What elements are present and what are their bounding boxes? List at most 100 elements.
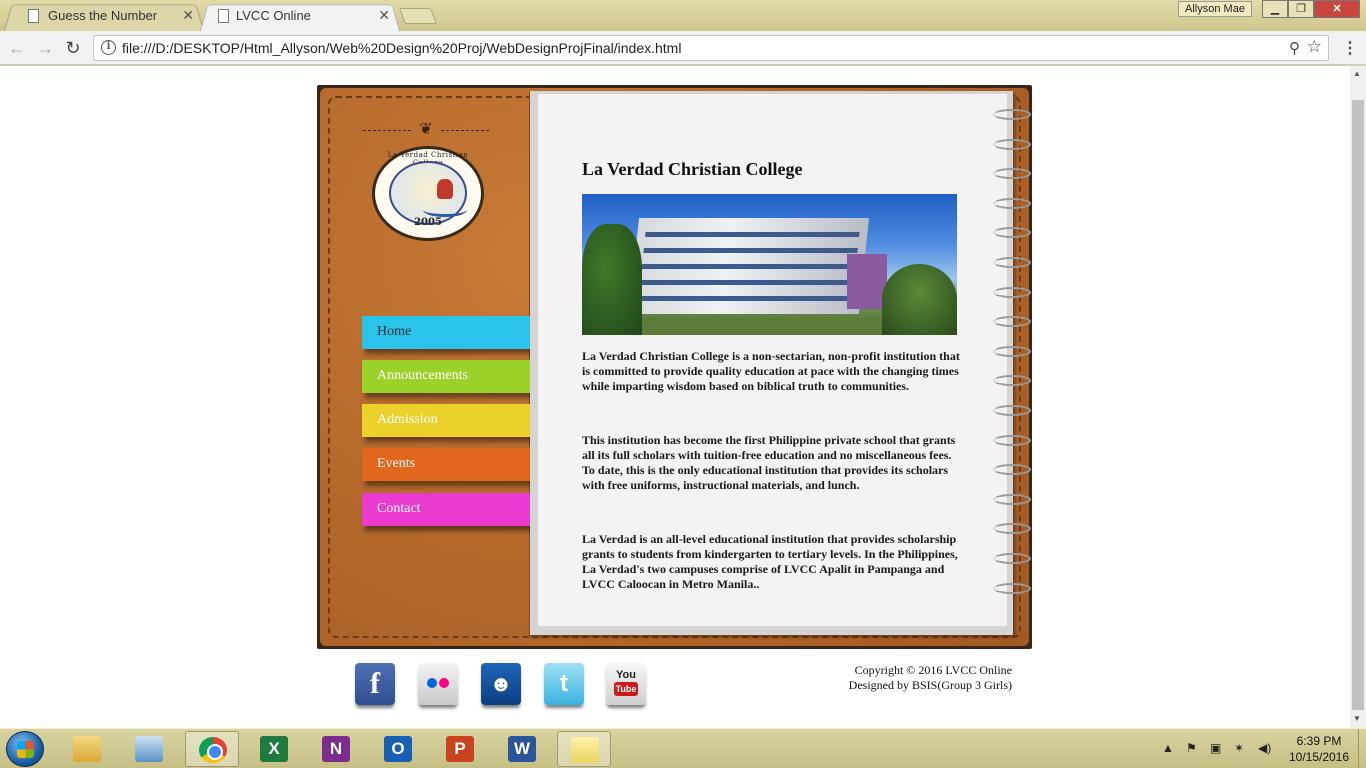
vertical-scrollbar[interactable]: ▲ ▼ [1350,66,1366,728]
cube-icon [135,736,163,762]
network-icon[interactable]: ✶ [1234,741,1244,755]
device-icon[interactable]: ▣ [1210,741,1221,755]
taskbar-virtualbox[interactable] [122,731,176,767]
seal-emblem [389,161,467,225]
tab-title: Guess the Number [48,8,158,23]
taskbar-excel[interactable]: X [247,731,301,767]
content-paragraph: La Verdad is an all-level educational in… [582,532,958,591]
tab-lvcc-online[interactable]: LVCC Online ✕ [200,2,400,32]
tab-strip: Guess the Number ✕ LVCC Online ✕ Allyson… [0,0,1366,32]
powerpoint-icon: P [446,736,474,762]
maximize-button[interactable]: ❐ [1288,0,1314,18]
nav-admission[interactable]: Admission [362,404,535,437]
taskbar-outlook[interactable]: O [371,731,425,767]
address-bar[interactable]: i file:///D:/DESKTOP/Html_Allyson/Web%20… [93,35,1329,61]
bookmark-star-icon[interactable]: ☆ [1307,37,1322,57]
forward-arrow-icon[interactable]: → [34,37,56,59]
tree-right [882,264,957,335]
page-icon [28,9,39,23]
taskbar-chrome[interactable] [185,731,239,767]
lamp-icon [437,179,453,199]
spiral-coil [993,227,1031,239]
spiral-coil [993,138,1031,150]
myspace-icon[interactable]: ☻ [481,663,521,705]
info-icon[interactable]: i [101,40,116,55]
spiral-coil [993,553,1031,564]
youtube-icon[interactable]: You Tube [606,663,646,705]
profile-button[interactable]: Allyson Mae [1178,1,1252,17]
spiral-coil [993,434,1031,446]
college-seal-logo[interactable]: La Verdad Christian College 2005 [372,146,484,241]
taskbar-powerpoint[interactable]: P [433,731,487,767]
page-icon [218,9,229,23]
sticky-notes-icon [571,737,599,763]
close-tab-icon[interactable]: ✕ [182,2,194,29]
nav-contact[interactable]: Contact [362,493,533,526]
taskbar-sticky-notes[interactable] [557,731,611,767]
nav-home[interactable]: Home [362,316,538,349]
open-book-icon [423,203,467,217]
taskbar-file-explorer[interactable] [60,731,114,767]
close-window-button[interactable]: ✕ [1314,0,1360,18]
spiral-coil [993,109,1031,120]
designed-by-text: Designed by BSIS(Group 3 Girls) [848,678,1012,692]
spiral-coil [993,316,1031,328]
spiral-coil [993,493,1031,505]
clock-date: 10/15/2016 [1288,750,1350,764]
back-arrow-icon[interactable]: ← [6,37,28,59]
nav-announcements[interactable]: Announcements [362,360,537,393]
fleuron-icon: ❦ [419,119,433,138]
clock-time: 6:39 PM [1296,734,1342,748]
flickr-icon[interactable] [418,663,458,705]
page-viewport: ❦ La Verdad Christian College 2005 Home … [0,66,1350,728]
scroll-down-icon[interactable]: ▼ [1353,714,1361,723]
youtube-tube-text: Tube [614,682,638,696]
tree-left [582,224,642,335]
page-title: La Verdad Christian College [582,159,803,179]
url-text[interactable]: file:///D:/DESKTOP/Html_Allyson/Web%20De… [122,40,681,56]
seal-year: 2005 [414,217,442,228]
facebook-icon[interactable]: f [355,663,395,705]
spiral-coil [993,464,1031,476]
taskbar-word[interactable]: W [495,731,549,767]
content-paragraph: This institution has become the first Ph… [582,433,956,492]
minimize-button[interactable]: ▁ [1262,0,1288,18]
show-desktop-button[interactable] [1358,729,1366,768]
ornament-divider: ❦ [363,119,489,138]
twitter-icon[interactable]: t [544,663,584,705]
taskbar-onenote[interactable]: N [309,731,363,767]
show-hidden-icons-icon[interactable]: ▲ [1162,741,1174,755]
spiral-binding [993,109,1033,609]
spiral-coil [993,523,1031,535]
action-center-flag-icon[interactable]: ⚑ [1186,741,1197,755]
content-paragraph: La Verdad Christian College is a non-sec… [582,349,960,393]
new-tab-button[interactable] [399,8,437,24]
tab-guess-the-number[interactable]: Guess the Number ✕ [4,2,204,32]
spiral-coil [993,286,1031,298]
folder-icon [73,736,101,762]
reload-icon[interactable]: ↻ [62,37,84,59]
system-clock[interactable]: 6:39 PM 10/15/2016 [1284,733,1354,765]
campus-building [628,218,870,314]
onenote-icon: N [322,736,350,762]
spiral-coil [993,375,1031,387]
excel-icon: X [260,736,288,762]
scroll-up-icon[interactable]: ▲ [1353,69,1361,78]
spiral-coil [993,405,1031,416]
nav-events[interactable]: Events [362,448,534,481]
chrome-icon [199,737,227,763]
browser-toolbar: ← → ↻ i file:///D:/DESKTOP/Html_Allyson/… [0,31,1366,65]
spiral-coil [993,257,1031,268]
side-building [847,254,887,309]
volume-icon[interactable]: ◀) [1258,741,1271,755]
outlook-icon: O [384,736,412,762]
start-button[interactable] [6,731,44,767]
scrollbar-thumb[interactable] [1352,100,1364,710]
zoom-icon[interactable]: ⚲ [1289,39,1300,57]
tab-title: LVCC Online [236,8,311,23]
menu-kebab-icon[interactable]: ⋮ [1342,38,1358,58]
youtube-you-text: You [616,669,636,681]
spiral-coil [993,345,1031,357]
spiral-coil [993,582,1031,594]
close-tab-icon[interactable]: ✕ [378,2,390,29]
